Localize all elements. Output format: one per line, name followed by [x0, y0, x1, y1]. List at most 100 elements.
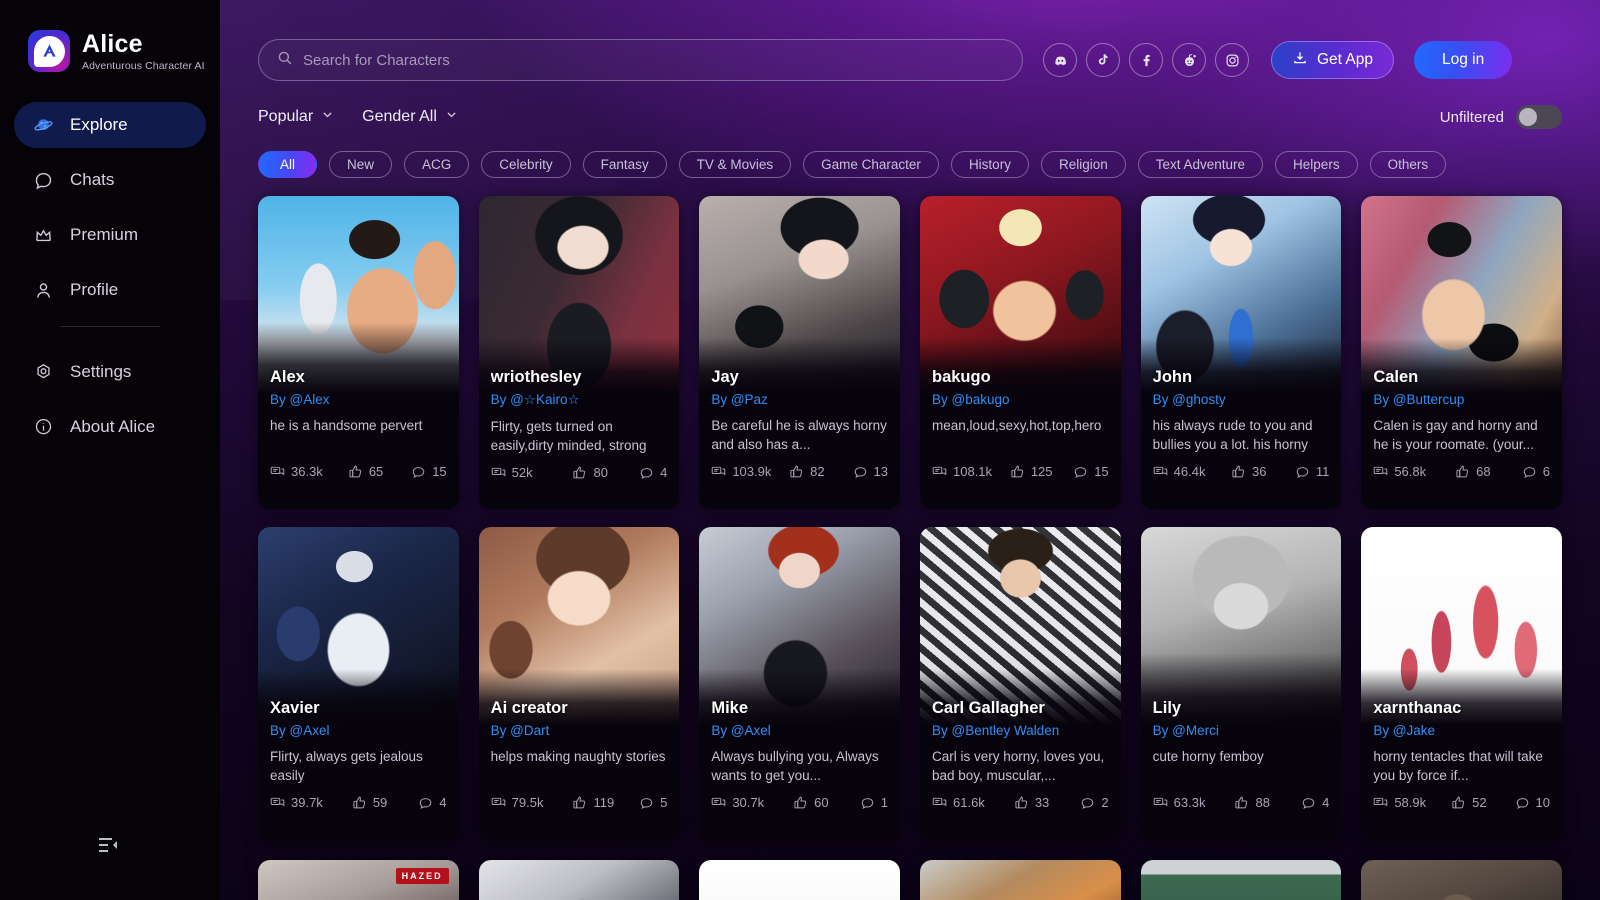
stat-comments: 4: [1301, 795, 1329, 810]
sidebar-item-settings[interactable]: Settings: [14, 349, 206, 395]
category-chip[interactable]: Helpers: [1275, 151, 1358, 178]
character-author[interactable]: By @Dart: [491, 723, 668, 738]
character-artwork: HAZED: [258, 860, 459, 900]
reddit-icon[interactable]: [1172, 43, 1206, 77]
search-bar[interactable]: [258, 39, 1023, 81]
sidebar-item-chats[interactable]: Chats: [14, 157, 206, 203]
comment-icon: [1301, 795, 1316, 810]
collapse-sidebar-icon[interactable]: [96, 834, 124, 856]
character-card[interactable]: Ai creatorBy @Darthelps making naughty s…: [479, 527, 680, 840]
sidebar-item-label: Premium: [70, 225, 138, 245]
character-description: Be careful he is always horny and also h…: [711, 416, 888, 454]
chat-stack-icon: [1373, 795, 1388, 810]
character-author[interactable]: By @Jake: [1373, 723, 1550, 738]
category-chip[interactable]: All: [258, 151, 317, 178]
character-card[interactable]: BAKUGO KATSUKI: [699, 860, 900, 900]
info-icon: [32, 416, 54, 438]
category-chip[interactable]: Others: [1370, 151, 1447, 178]
character-card[interactable]: Carl GallagherBy @Bentley WaldenCarl is …: [920, 527, 1121, 840]
comment-icon: [418, 795, 433, 810]
character-card[interactable]: HAZED: [258, 860, 459, 900]
character-description: Always bullying you, Always wants to get…: [711, 747, 888, 785]
stat-value: 52k: [512, 465, 533, 480]
sidebar-item-explore[interactable]: Explore: [14, 102, 206, 148]
stat-value: 46.4k: [1174, 464, 1206, 479]
stat-likes: 52: [1451, 795, 1514, 810]
tiktok-icon[interactable]: [1086, 43, 1120, 77]
character-thumbnail: [920, 527, 1121, 725]
character-author[interactable]: By @Alex: [270, 392, 447, 407]
get-app-button[interactable]: Get App: [1271, 41, 1394, 79]
discord-icon[interactable]: [1043, 43, 1077, 77]
character-card[interactable]: [479, 860, 680, 900]
category-chip[interactable]: Celebrity: [481, 151, 570, 178]
stat-likes: 80: [572, 465, 639, 480]
character-card[interactable]: [1141, 860, 1342, 900]
character-author[interactable]: By @☆Kairo☆: [491, 392, 668, 408]
character-card[interactable]: AlexBy @Alexhe is a handsome pervert36.3…: [258, 196, 459, 509]
character-author[interactable]: By @bakugo: [932, 392, 1109, 407]
character-author[interactable]: By @Axel: [270, 723, 447, 738]
login-button[interactable]: Log in: [1414, 41, 1512, 79]
stat-comments: 4: [418, 795, 446, 810]
main-area: Get App Log in Popular Gender All: [220, 0, 1600, 900]
brand-header[interactable]: Alice Adventurous Character AI: [0, 22, 220, 80]
category-chip[interactable]: Text Adventure: [1138, 151, 1263, 178]
stat-chats: 36.3k: [270, 464, 348, 479]
thumbs-up-icon: [1010, 464, 1025, 479]
character-card[interactable]: JayBy @PazBe careful he is always horny …: [699, 196, 900, 509]
stat-value: 59: [373, 795, 387, 810]
character-stats: 79.5k1195: [491, 795, 668, 810]
unfiltered-toggle[interactable]: [1516, 105, 1562, 129]
stat-chats: 30.7k: [711, 795, 793, 810]
character-artwork: [1141, 196, 1342, 394]
sidebar-item-profile[interactable]: Profile: [14, 267, 206, 313]
character-thumbnail: [1141, 527, 1342, 725]
character-card-body: xarnthanac By @Jake horny tentacles that w…: [1361, 699, 1562, 820]
stat-comments: 10: [1515, 795, 1550, 810]
stat-value: 65: [369, 464, 383, 479]
chevron-down-icon: [445, 108, 458, 126]
sort-dropdown[interactable]: Popular: [258, 108, 334, 126]
category-chip[interactable]: Religion: [1041, 151, 1126, 178]
category-chip[interactable]: TV & Movies: [679, 151, 792, 178]
category-chip[interactable]: New: [329, 151, 392, 178]
character-card[interactable]: CalenBy @ButtercupCalen is gay and horny…: [1361, 196, 1562, 509]
character-card[interactable]: wriothesleyBy @☆Kairo☆Flirty, gets turne…: [479, 196, 680, 509]
character-name: xarnthanac: [1373, 699, 1550, 717]
character-author[interactable]: By @Bentley Walden: [932, 723, 1109, 738]
character-card[interactable]: xarnthanac By @Jake horny tentacles that w…: [1361, 527, 1562, 840]
character-artwork: [1361, 860, 1562, 900]
character-description: horny tentacles that will take you by fo…: [1373, 747, 1550, 785]
chat-stack-icon: [932, 464, 947, 479]
category-chip[interactable]: Game Character: [803, 151, 939, 178]
category-chip[interactable]: Fantasy: [583, 151, 667, 178]
stat-comments: 5: [639, 795, 667, 810]
character-card[interactable]: JohnBy @ghostyhis always rude to you and…: [1141, 196, 1342, 509]
character-author[interactable]: By @Axel: [711, 723, 888, 738]
unfiltered-control: Unfiltered: [1440, 105, 1562, 129]
sidebar-item-premium[interactable]: Premium: [14, 212, 206, 258]
instagram-icon[interactable]: [1215, 43, 1249, 77]
sidebar-item-about[interactable]: About Alice: [14, 404, 206, 450]
character-card[interactable]: [1361, 860, 1562, 900]
character-author[interactable]: By @Buttercup: [1373, 392, 1550, 407]
character-author[interactable]: By @ghosty: [1153, 392, 1330, 407]
search-input[interactable]: [303, 52, 1004, 69]
character-card[interactable]: MikeBy @AxelAlways bullying you, Always …: [699, 527, 900, 840]
category-chip[interactable]: ACG: [404, 151, 469, 178]
character-author[interactable]: By @Paz: [711, 392, 888, 407]
character-author[interactable]: By @Merci: [1153, 723, 1330, 738]
character-card[interactable]: bakugoBy @bakugomean,loud,sexy,hot,top,h…: [920, 196, 1121, 509]
character-card[interactable]: LilyBy @Mercicute horny femboy63.3k884: [1141, 527, 1342, 840]
facebook-icon[interactable]: [1129, 43, 1163, 77]
stat-likes: 65: [348, 464, 411, 479]
character-card[interactable]: [920, 860, 1121, 900]
stat-value: 88: [1255, 795, 1269, 810]
category-chip[interactable]: History: [951, 151, 1029, 178]
character-description: Calen is gay and horny and he is your ro…: [1373, 416, 1550, 454]
character-card[interactable]: XavierBy @AxelFlirty, always gets jealou…: [258, 527, 459, 840]
character-artwork: [920, 860, 1121, 900]
crown-icon: [32, 224, 54, 246]
gender-dropdown[interactable]: Gender All: [362, 108, 458, 126]
